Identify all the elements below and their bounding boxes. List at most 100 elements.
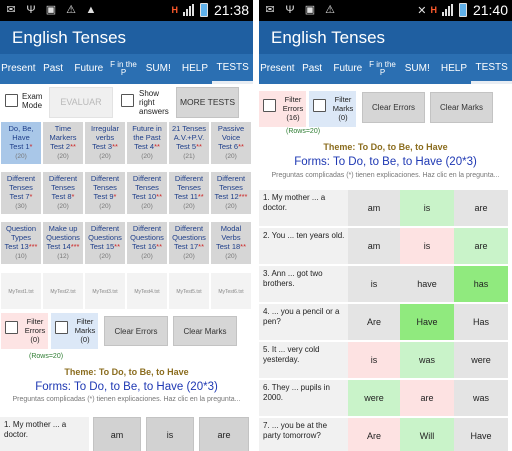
- test-card[interactable]: 21 Tenses A.V.+P.V. Test 5** (21): [169, 122, 209, 164]
- my-test-file[interactable]: MyTest4.txt: [127, 273, 167, 309]
- answer-option[interactable]: is: [348, 266, 400, 302]
- test-card[interactable]: Make up Questions Test 14*** (12): [43, 222, 83, 264]
- test-card[interactable]: Different Tenses Test 9* (20): [85, 172, 125, 214]
- filter-marks-checkbox[interactable]: [55, 321, 68, 334]
- tab-past[interactable]: Past: [296, 54, 329, 84]
- test-card[interactable]: Time Markers Test 2** (20): [43, 122, 83, 164]
- filter-marks-checkbox[interactable]: [313, 99, 326, 112]
- answer-option[interactable]: Are: [348, 304, 400, 340]
- answer-option[interactable]: were: [348, 380, 400, 416]
- tab-help[interactable]: HELP: [178, 54, 213, 84]
- question-text[interactable]: 1. My mother ... a doctor.: [259, 190, 348, 226]
- filter-errors-checkbox[interactable]: [263, 99, 276, 112]
- answer-option[interactable]: are: [199, 417, 249, 451]
- answer-option[interactable]: were: [454, 342, 508, 378]
- answer-option[interactable]: am: [93, 417, 141, 451]
- test-card[interactable]: Passive Voice Test 6** (20): [211, 122, 251, 164]
- tab-sum[interactable]: SUM!: [139, 54, 178, 84]
- tab-present[interactable]: Present: [0, 54, 37, 84]
- test-card[interactable]: Irregular verbs Test 3** (20): [85, 122, 125, 164]
- answer-option[interactable]: have: [400, 266, 454, 302]
- test-card[interactable]: Different Questions Test 16** (20): [127, 222, 167, 264]
- answer-option[interactable]: am: [348, 190, 400, 226]
- test-card[interactable]: Modal Verbs Test 18** (20): [211, 222, 251, 264]
- test-card[interactable]: Question Types Test 13*** (10): [1, 222, 41, 264]
- test-card[interactable]: Different Questions Test 15** (20): [85, 222, 125, 264]
- tab-future-in-past[interactable]: F in the P: [367, 54, 398, 84]
- filter-errors-checkbox[interactable]: [5, 321, 18, 334]
- question-row[interactable]: 4. ... you a pencil or a pen? Are Have Has: [259, 304, 512, 342]
- question-text[interactable]: 7. ... you be at the party tomorrow?: [259, 418, 348, 451]
- question-text[interactable]: 4. ... you a pencil or a pen?: [259, 304, 348, 340]
- filter-marks-toggle[interactable]: Filter Marks (0): [309, 91, 356, 127]
- show-right-answers-checkbox[interactable]: [121, 94, 134, 107]
- answer-option[interactable]: is: [400, 190, 454, 226]
- question-text[interactable]: 1. My mother ... a doctor.: [0, 417, 89, 451]
- my-test-file[interactable]: MyTest1.txt: [1, 273, 41, 309]
- my-test-file[interactable]: MyTest5.txt: [169, 273, 209, 309]
- answer-option[interactable]: has: [454, 266, 508, 302]
- answer-option[interactable]: is: [146, 417, 194, 451]
- evaluar-button[interactable]: EVALUAR: [49, 87, 113, 118]
- answer-option[interactable]: are: [454, 190, 508, 226]
- test-card[interactable]: Future in the Past Test 4** (20): [127, 122, 167, 164]
- test-card[interactable]: Different Tenses Test 11** (20): [169, 172, 209, 214]
- question-row[interactable]: 2. You ... ten years old. am is are: [259, 228, 512, 266]
- test-card[interactable]: Different Tenses Test 12*** (20): [211, 172, 251, 214]
- tab-future[interactable]: Future: [328, 54, 367, 84]
- answer-option[interactable]: Have: [400, 304, 454, 340]
- answer-option[interactable]: Have: [454, 418, 508, 451]
- test-card[interactable]: Different Tenses Test 10** (20): [127, 172, 167, 214]
- answer-option[interactable]: was: [454, 380, 508, 416]
- answer-option[interactable]: Will: [400, 418, 454, 451]
- tab-past[interactable]: Past: [37, 54, 70, 84]
- filter-errors-toggle[interactable]: Filter Errors (0): [1, 313, 48, 349]
- test-number: Test 3: [92, 142, 113, 151]
- filter-errors-toggle[interactable]: Filter Errors (16): [259, 91, 306, 127]
- question-row[interactable]: 6. They ... pupils in 2000. were are was: [259, 380, 512, 418]
- clear-errors-button[interactable]: Clear Errors: [362, 92, 425, 123]
- clear-errors-button[interactable]: Clear Errors: [104, 316, 168, 346]
- more-tests-button[interactable]: MORE TESTS: [176, 87, 239, 118]
- tab-future[interactable]: Future: [69, 54, 108, 84]
- answer-option[interactable]: Are: [348, 418, 400, 451]
- tab-sum[interactable]: SUM!: [398, 54, 437, 84]
- answer-option[interactable]: was: [400, 342, 454, 378]
- question-count: (30): [15, 203, 27, 210]
- question-row[interactable]: 7. ... you be at the party tomorrow? Are W…: [259, 418, 512, 451]
- question-text[interactable]: 2. You ... ten years old.: [259, 228, 348, 264]
- answer-option[interactable]: am: [348, 228, 400, 264]
- answer-option[interactable]: are: [400, 380, 454, 416]
- my-test-file[interactable]: MyTest6.txt: [211, 273, 251, 309]
- question-row[interactable]: 3. Ann ... got two brothers. is have has: [259, 266, 512, 304]
- test-card[interactable]: Different Tenses Test 7* (30): [1, 172, 41, 214]
- clear-marks-button[interactable]: Clear Marks: [430, 92, 493, 123]
- question-text[interactable]: 6. They ... pupils in 2000.: [259, 380, 348, 416]
- tab-help[interactable]: HELP: [437, 54, 472, 84]
- tab-future-in-past[interactable]: F in the P: [108, 54, 139, 84]
- clear-marks-button[interactable]: Clear Marks: [173, 316, 237, 346]
- question-text[interactable]: 3. Ann ... got two brothers.: [259, 266, 348, 302]
- tab-present[interactable]: Present: [259, 54, 296, 84]
- answer-option[interactable]: are: [454, 228, 508, 264]
- filter-marks-toggle[interactable]: Filter Marks (0): [51, 313, 98, 349]
- tab-bar: Present Past Future F in the P SUM! HELP…: [259, 54, 512, 84]
- test-card[interactable]: Different Tenses Test 8* (20): [43, 172, 83, 214]
- answer-option[interactable]: Has: [454, 304, 508, 340]
- my-test-file[interactable]: MyTest2.txt: [43, 273, 83, 309]
- test-card[interactable]: Do, Be, Have Test 1* (20): [1, 122, 41, 164]
- action-bar: English Tenses: [259, 21, 512, 54]
- answer-option[interactable]: is: [400, 228, 454, 264]
- my-test-file[interactable]: MyTest3.txt: [85, 273, 125, 309]
- difficulty-stars: **: [114, 242, 121, 251]
- tab-tests[interactable]: TESTS: [212, 54, 253, 84]
- question-text[interactable]: 5. It ... very cold yesterday.: [259, 342, 348, 378]
- test-card[interactable]: Different Questions Test 17** (20): [169, 222, 209, 264]
- answer-option[interactable]: is: [348, 342, 400, 378]
- question-row[interactable]: 1. My mother ... a doctor. am is are: [0, 417, 253, 451]
- question-row[interactable]: 1. My mother ... a doctor. am is are: [259, 190, 512, 228]
- test-title: Irregular verbs: [91, 124, 119, 142]
- question-row[interactable]: 5. It ... very cold yesterday. is was were: [259, 342, 512, 380]
- tab-tests[interactable]: TESTS: [471, 54, 512, 84]
- exam-mode-checkbox[interactable]: [5, 94, 18, 107]
